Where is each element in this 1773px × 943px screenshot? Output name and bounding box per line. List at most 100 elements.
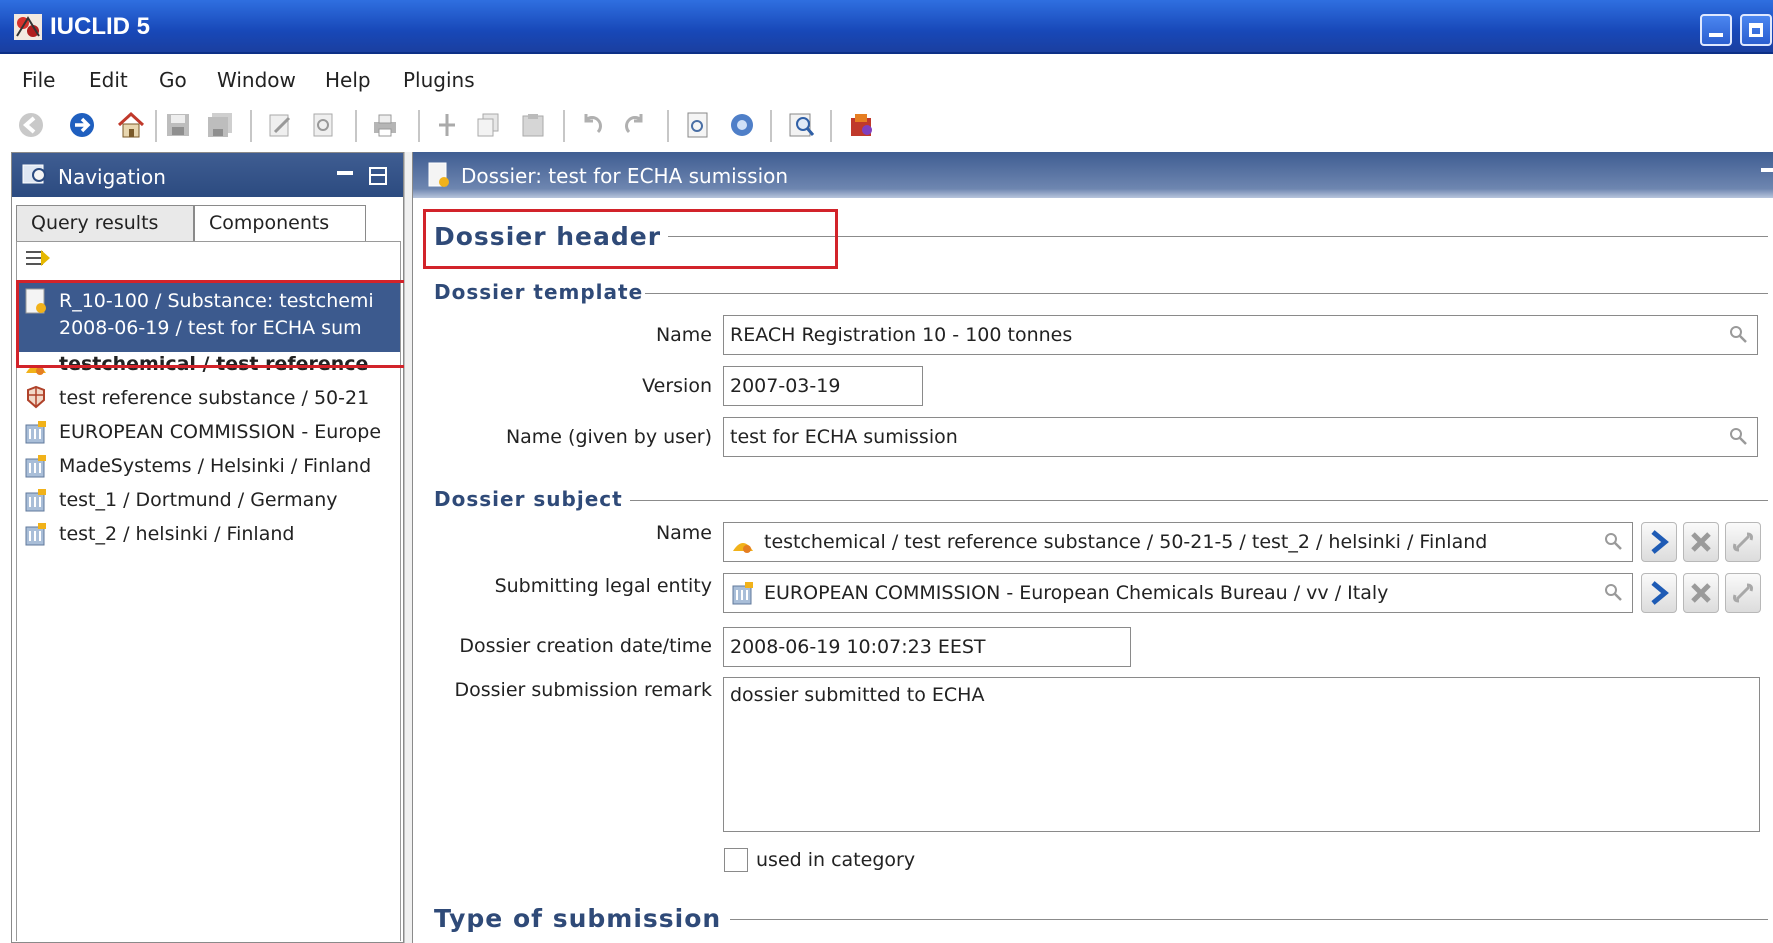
title-bar: IUCLID 5 [0,0,1773,54]
forward-icon[interactable] [67,110,97,140]
nav-item-legal-entity-test1[interactable]: test_1 / Dortmund / Germany [17,482,400,518]
panel-splitter[interactable] [404,152,412,943]
creation-date-label: Dossier creation date/time [459,635,712,657]
legal-entity-icon [25,455,46,478]
template-name-field[interactable]: REACH Registration 10 - 100 tonnes [723,315,1758,355]
legal-entity-icon [25,523,46,546]
creation-date-value: 2008-06-19 10:07:23 EEST [730,636,986,658]
dossier-subject-title: Dossier subject [434,487,623,511]
remove-link-button[interactable] [1683,522,1719,562]
go-to-button[interactable] [1641,573,1677,613]
nav-item-label: MadeSystems / Helsinki / Finland [59,455,372,477]
template-name-value: REACH Registration 10 - 100 tonnes [730,324,1073,346]
highlight-box-dossier-header [423,209,838,269]
subject-name-field[interactable]: testchemical / test reference substance … [723,522,1633,562]
nav-item-label: test reference substance / 50-21 [59,387,370,409]
menu-plugins[interactable]: Plugins [403,68,475,92]
menu-go[interactable]: Go [159,68,187,92]
legal-entity-field[interactable]: EUROPEAN COMMISSION - European Chemicals… [723,573,1633,613]
menu-file[interactable]: File [22,68,55,92]
undo-icon[interactable] [577,110,607,140]
minimize-button[interactable] [1700,14,1732,46]
editor-minimize-button[interactable] [1761,168,1773,172]
plugin-icon[interactable] [846,110,876,140]
template-version-field[interactable]: 2007-03-19 [723,366,923,406]
chevron-right-icon [1651,530,1669,554]
document-info-icon[interactable] [683,110,713,140]
user-name-value: test for ECHA sumission [730,426,958,448]
save-icon[interactable] [163,110,193,140]
substance-icon [733,543,753,553]
navigation-tabs: Query results Components [16,205,401,241]
filter-icon[interactable] [23,246,53,272]
save-all-icon[interactable] [205,110,235,140]
section-divider [645,293,1768,294]
nav-item-label: test_2 / helsinki / Finland [59,523,295,545]
section-divider [730,919,1768,920]
maximize-button[interactable] [1740,14,1772,46]
type-of-submission-title: Type of submission [434,904,722,933]
submission-remark-label: Dossier submission remark [454,679,713,701]
panel-maximize-button[interactable] [369,167,387,185]
submission-remark-value: dossier submitted to ECHA [730,684,985,706]
print-icon[interactable] [370,110,400,140]
paste-icon[interactable] [518,110,548,140]
tab-components[interactable]: Components [194,205,366,241]
search-icon[interactable] [1729,325,1747,343]
edit-icon[interactable] [265,110,295,140]
help-icon[interactable] [727,110,757,140]
link-button[interactable] [1725,522,1761,562]
used-in-category-checkbox[interactable] [724,848,748,872]
search-help-icon[interactable] [787,110,817,140]
user-name-label: Name (given by user) [505,426,712,448]
home-icon[interactable] [116,110,146,140]
go-to-button[interactable] [1641,522,1677,562]
legal-entity-label: Submitting legal entity [494,575,712,597]
cut-icon[interactable] [432,110,462,140]
editor-title: Dossier: test for ECHA sumission [461,164,789,188]
search-icon[interactable] [1604,583,1622,601]
section-divider [630,500,1768,501]
dossier-icon [428,162,449,187]
preview-icon[interactable] [308,110,338,140]
tab-query-results[interactable]: Query results [16,205,194,241]
copy-icon[interactable] [473,110,503,140]
link-button[interactable] [1725,573,1761,613]
dossier-template-title: Dossier template [434,280,644,304]
nav-item-legal-entity-ec[interactable]: EUROPEAN COMMISSION - Europe [17,414,400,450]
user-name-field[interactable]: test for ECHA sumission [723,417,1758,457]
remove-icon [1691,583,1711,603]
menu-help[interactable]: Help [325,68,371,92]
legal-entity-icon [25,421,46,444]
navigation-icon [22,164,46,184]
highlight-box-navigation [16,280,409,368]
search-icon[interactable] [1729,427,1747,445]
used-in-category-label: used in category [756,849,916,871]
remove-link-button[interactable] [1683,573,1719,613]
link-icon [1733,532,1753,552]
menu-window[interactable]: Window [217,68,296,92]
creation-date-field[interactable]: 2008-06-19 10:07:23 EEST [723,627,1131,667]
navigation-panel: Navigation Query results Components R_10… [11,152,404,943]
editor-header: Dossier: test for ECHA sumission [413,152,1773,198]
submission-remark-field[interactable]: dossier submitted to ECHA [723,677,1760,832]
nav-item-legal-entity-madesystems[interactable]: MadeSystems / Helsinki / Finland [17,448,400,484]
navigation-title: Navigation [58,165,166,189]
panel-minimize-button[interactable] [337,171,353,175]
nav-item-label: EUROPEAN COMMISSION - Europe [59,421,382,443]
subject-name-value: testchemical / test reference substance … [764,531,1488,553]
nav-item-label: test_1 / Dortmund / Germany [59,489,338,511]
legal-entity-icon [732,582,753,605]
nav-item-legal-entity-test2[interactable]: test_2 / helsinki / Finland [17,516,400,552]
search-icon[interactable] [1604,532,1622,550]
template-name-label: Name [655,324,712,346]
redo-icon[interactable] [620,110,650,140]
link-icon [1733,583,1753,603]
back-icon[interactable] [16,110,46,140]
legal-entity-icon [25,489,46,512]
template-version-value: 2007-03-19 [730,375,841,397]
nav-item-reference-substance[interactable]: test reference substance / 50-21 [17,380,400,416]
reference-substance-icon [27,385,45,409]
navigation-panel-header: Navigation [12,153,403,197]
menu-edit[interactable]: Edit [89,68,128,92]
